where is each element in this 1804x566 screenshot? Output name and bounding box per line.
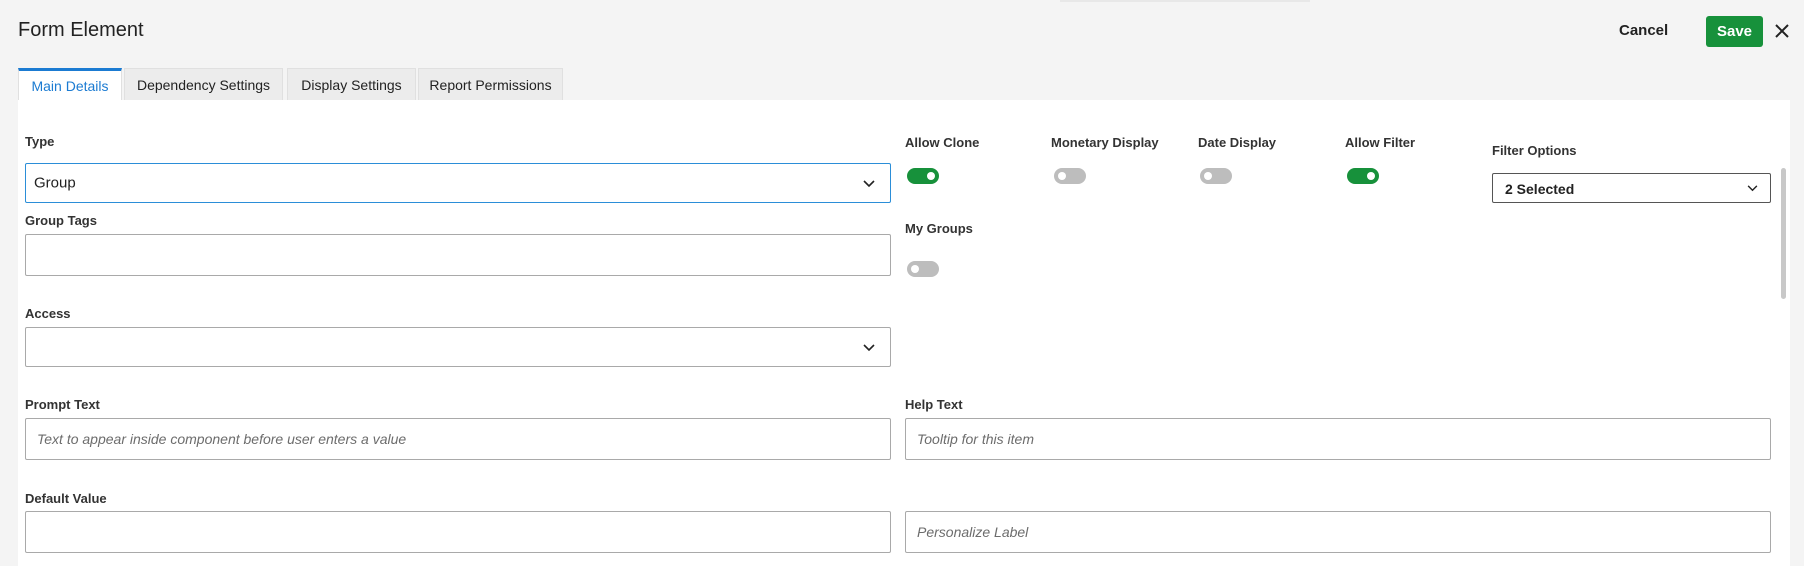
chevron-down-icon: [863, 344, 875, 352]
my-groups-toggle[interactable]: [907, 261, 939, 277]
allow-filter-toggle[interactable]: [1347, 168, 1379, 184]
allow-clone-toggle[interactable]: [907, 168, 939, 184]
tab-display-settings[interactable]: Display Settings: [287, 68, 416, 100]
allow-clone-label: Allow Clone: [905, 135, 980, 150]
group-tags-input[interactable]: [25, 234, 891, 276]
page-title: Form Element: [18, 19, 144, 41]
prompt-text-label: Prompt Text: [25, 397, 100, 412]
scrollbar[interactable]: [1781, 168, 1786, 299]
close-icon[interactable]: [1773, 18, 1791, 42]
access-label: Access: [25, 306, 71, 321]
date-display-label: Date Display: [1198, 135, 1277, 150]
monetary-display-label: Monetary Display: [1051, 135, 1159, 150]
filter-options-select[interactable]: 2 Selected: [1492, 173, 1771, 203]
tab-dependency-settings[interactable]: Dependency Settings: [124, 68, 283, 100]
help-text-label: Help Text: [905, 397, 963, 412]
type-label: Type: [25, 134, 55, 149]
filter-options-label: Filter Options: [1492, 143, 1577, 158]
help-text-placeholder: Tooltip for this item: [917, 431, 1034, 447]
date-display-toggle[interactable]: [1200, 168, 1232, 184]
prompt-text-placeholder: Text to appear inside component before u…: [37, 431, 407, 447]
access-select[interactable]: [25, 327, 891, 367]
type-value: Group: [34, 174, 76, 192]
monetary-display-toggle[interactable]: [1054, 168, 1086, 184]
cancel-button[interactable]: Cancel: [1619, 22, 1668, 39]
help-text-input[interactable]: Tooltip for this item: [905, 418, 1771, 460]
group-tags-label: Group Tags: [25, 213, 97, 228]
type-select[interactable]: Group: [25, 163, 891, 203]
allow-filter-label: Allow Filter: [1345, 135, 1416, 150]
tab-report-permissions[interactable]: Report Permissions: [418, 68, 563, 100]
filter-options-value: 2 Selected: [1505, 181, 1575, 197]
my-groups-label: My Groups: [905, 221, 973, 236]
prompt-text-input[interactable]: Text to appear inside component before u…: [25, 418, 891, 460]
chevron-down-icon: [863, 180, 875, 188]
personalize-label-placeholder: Personalize Label: [917, 524, 1029, 540]
top-edge-line: [1060, 0, 1310, 2]
default-value-input[interactable]: [25, 511, 891, 553]
default-value-label: Default Value: [25, 491, 107, 506]
personalize-label-input[interactable]: Personalize Label: [905, 511, 1771, 553]
save-button[interactable]: Save: [1706, 16, 1763, 47]
chevron-down-icon: [1747, 185, 1758, 192]
tab-main-details[interactable]: Main Details: [18, 68, 122, 100]
